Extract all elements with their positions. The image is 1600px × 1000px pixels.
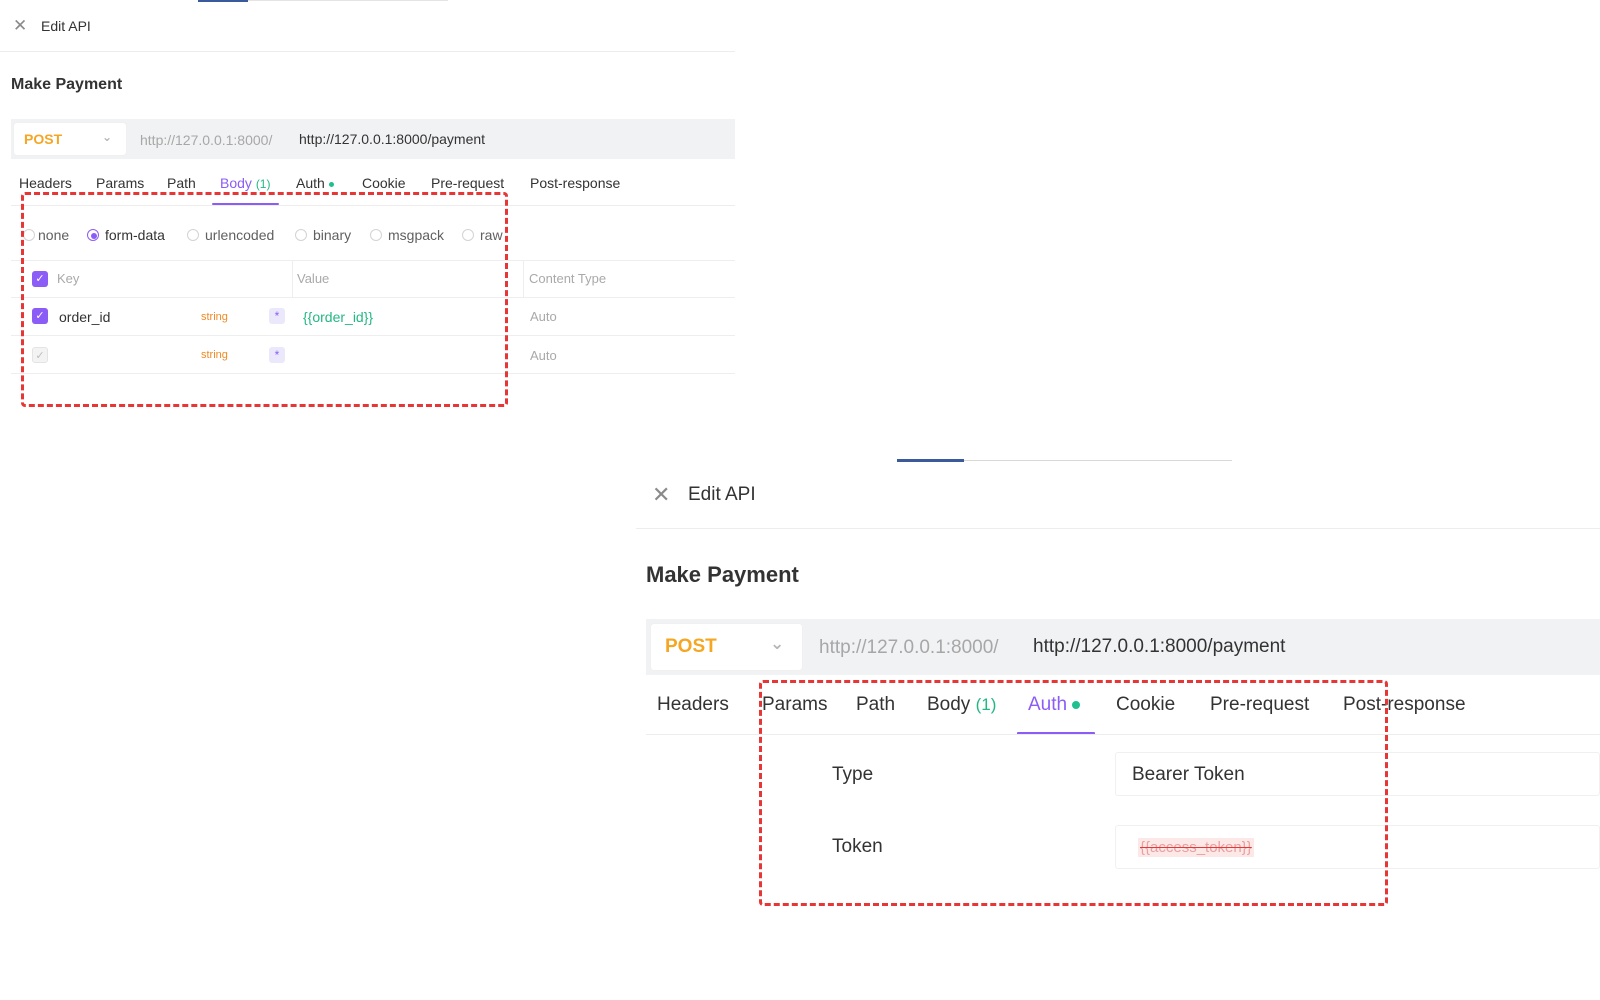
panel-title: Edit API xyxy=(41,18,91,34)
tab-label: Params xyxy=(96,175,145,191)
tab-path[interactable]: Path xyxy=(167,175,196,191)
tab-headers[interactable]: Headers xyxy=(19,175,72,191)
close-icon[interactable]: ✕ xyxy=(652,482,670,508)
header-divider xyxy=(0,51,735,52)
tab-post-response[interactable]: Post-response xyxy=(530,175,620,191)
base-url: http://127.0.0.1:8000/ xyxy=(819,637,999,658)
panel-title: Edit API xyxy=(688,484,756,505)
tab-auth[interactable]: Auth xyxy=(296,175,334,191)
status-dot xyxy=(328,181,334,187)
method-value: POST xyxy=(665,636,717,657)
method-select[interactable]: POST ⌄ xyxy=(651,624,802,670)
close-icon[interactable]: ✕ xyxy=(13,16,27,36)
tab-cookie[interactable]: Cookie xyxy=(362,175,406,191)
column-header-content-type: Content Type xyxy=(529,271,607,286)
tab-label: Auth xyxy=(296,175,325,191)
method-select[interactable]: POST ⌄ xyxy=(14,123,126,155)
tab-label: Headers xyxy=(19,175,72,191)
chevron-down-icon: ⌄ xyxy=(770,634,785,653)
highlight-box xyxy=(21,192,508,407)
method-value: POST xyxy=(24,131,63,147)
url-input[interactable]: http://127.0.0.1:8000/payment xyxy=(299,131,485,147)
tab-pre-request[interactable]: Pre-request xyxy=(431,175,504,191)
base-url: http://127.0.0.1:8000/ xyxy=(140,132,273,148)
url-input[interactable]: http://127.0.0.1:8000/payment xyxy=(1033,636,1285,658)
tab-label: Post-response xyxy=(530,175,621,191)
scroll-thumb[interactable] xyxy=(198,0,248,2)
column-separator xyxy=(523,260,524,298)
chevron-down-icon: ⌄ xyxy=(102,130,113,144)
content-type-value[interactable]: Auto xyxy=(530,348,557,363)
tab-body[interactable]: Body (1) xyxy=(220,175,270,191)
api-name: Make Payment xyxy=(11,76,123,93)
highlight-box xyxy=(759,680,1388,906)
tab-label: Headers xyxy=(657,694,729,715)
edit-api-panel-top: ✕ Edit API Make Payment POST ⌄ http://12… xyxy=(0,0,750,420)
tab-label: Body xyxy=(220,175,252,191)
tab-headers[interactable]: Headers xyxy=(657,694,729,716)
tab-label: Pre-request xyxy=(431,175,505,191)
tab-params[interactable]: Params xyxy=(96,175,144,191)
api-name: Make Payment xyxy=(646,562,799,587)
tab-label: Cookie xyxy=(362,175,406,191)
content-type-value[interactable]: Auto xyxy=(530,309,557,324)
scroll-thumb[interactable] xyxy=(897,459,964,462)
header-divider xyxy=(636,528,1600,529)
tab-count: (1) xyxy=(255,177,271,191)
tab-label: Path xyxy=(167,175,196,191)
